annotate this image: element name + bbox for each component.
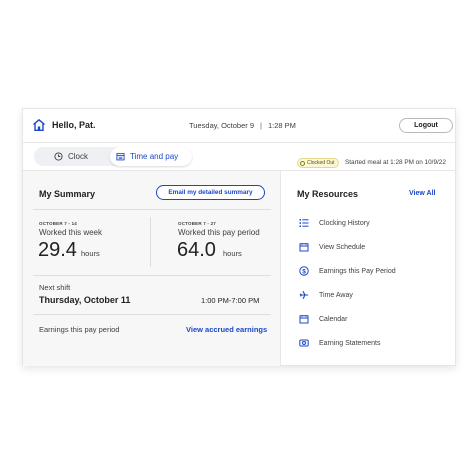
greeting: Hello, Pat.: [52, 120, 96, 130]
status-badge-label: Clocked Out: [307, 160, 335, 166]
period-label: Worked this pay period: [178, 228, 260, 237]
resource-label: Calendar: [319, 315, 348, 323]
resource-calendar[interactable]: Calendar: [299, 313, 347, 325]
current-datetime: Tuesday, October 9 | 1:28 PM: [189, 121, 296, 130]
resource-label: Clocking History: [319, 219, 370, 227]
resource-label: Time Away: [319, 291, 353, 299]
resource-view-schedule[interactable]: View Schedule: [299, 241, 365, 253]
tab-time-and-pay[interactable]: Time and pay: [110, 147, 192, 166]
home-icon[interactable]: [32, 118, 46, 132]
plane-icon: [299, 290, 309, 300]
list-icon: [299, 219, 309, 227]
view-all-link[interactable]: View All: [409, 190, 435, 197]
period-range: OCTOBER 7 - 27: [178, 221, 216, 226]
resource-clocking-history[interactable]: Clocking History: [299, 217, 370, 229]
week-hours-unit: hours: [81, 249, 100, 258]
current-date: Tuesday, October 9: [189, 121, 255, 130]
divider: [33, 209, 271, 210]
tab-bar: Clock Time and pay Clocked Out Started m…: [23, 143, 457, 171]
svg-text:$: $: [302, 268, 306, 275]
separator: |: [260, 121, 262, 130]
tab-clock-label: Clock: [68, 152, 89, 161]
status-badge: Clocked Out: [297, 158, 339, 168]
resource-earning-statements[interactable]: Earning Statements: [299, 337, 380, 349]
dollar-icon: $: [299, 266, 309, 276]
vertical-divider: [150, 217, 151, 267]
view-accrued-earnings-link[interactable]: View accrued earnings: [186, 325, 267, 334]
status-dot-icon: [300, 160, 305, 166]
resource-label: View Schedule: [319, 243, 366, 251]
period-hours-unit: hours: [223, 249, 242, 258]
tab-clock[interactable]: Clock: [54, 147, 114, 166]
next-shift-day: Thursday, October 11: [39, 295, 131, 305]
tab-time-and-pay-label: Time and pay: [130, 152, 179, 161]
current-time: 1:28 PM: [268, 121, 296, 130]
summary-title: My Summary: [39, 189, 96, 199]
calendar-icon: [299, 243, 309, 252]
statement-icon: [299, 339, 309, 347]
resource-time-away[interactable]: Time Away: [299, 289, 353, 301]
next-shift-label: Next shift: [39, 283, 71, 292]
logout-button[interactable]: Logout: [399, 118, 453, 133]
resource-label: Earning Statements: [319, 339, 381, 347]
email-summary-button[interactable]: Email my detailed summary: [156, 185, 265, 200]
period-hours-value: 64.0: [177, 239, 216, 261]
calendar-icon: [299, 315, 309, 324]
resource-earnings-pay-period[interactable]: $ Earnings this Pay Period: [299, 265, 396, 277]
divider: [33, 314, 271, 315]
my-summary-panel: My Summary Email my detailed summary OCT…: [23, 171, 281, 366]
tab-switcher: Clock Time and pay: [34, 147, 192, 166]
clock-icon: [54, 152, 63, 161]
divider: [33, 275, 271, 276]
week-label: Worked this week: [39, 228, 102, 237]
top-bar: Hello, Pat. Tuesday, October 9 | 1:28 PM L…: [23, 109, 457, 143]
earnings-label: Earnings this pay period: [39, 325, 120, 334]
status-text: Started meal at 1:28 PM on 10/9/22: [345, 159, 446, 166]
resources-title: My Resources: [297, 189, 359, 199]
week-range: OCTOBER 7 - 14: [39, 221, 77, 226]
dashboard-card: Hello, Pat. Tuesday, October 9 | 1:28 PM L…: [22, 108, 457, 366]
resource-label: Earnings this Pay Period: [319, 267, 396, 275]
week-hours-value: 29.4: [38, 239, 77, 261]
calendar-icon: [116, 153, 125, 161]
next-shift-time: 1:00 PM-7:00 PM: [201, 296, 260, 305]
